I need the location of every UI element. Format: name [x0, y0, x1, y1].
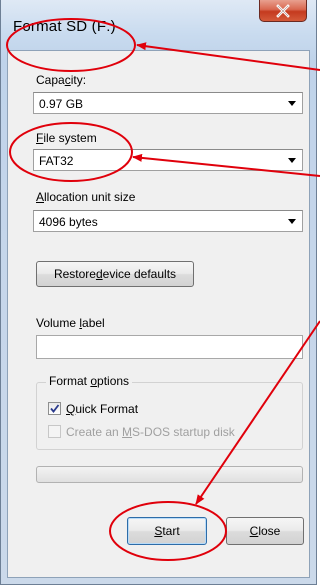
start-button[interactable]: Start: [127, 517, 207, 545]
window-title: Format SD (F:): [13, 18, 116, 35]
file-system-dropdown[interactable]: FAT32: [33, 149, 303, 171]
volume-label-input[interactable]: [36, 335, 303, 359]
file-system-label: File system: [36, 131, 97, 145]
chevron-down-icon: [288, 158, 296, 163]
capacity-label: Capacity:: [36, 73, 87, 87]
chevron-down-icon: [288, 219, 296, 224]
chevron-down-icon: [288, 101, 296, 106]
capacity-dropdown[interactable]: 0.97 GB: [33, 92, 303, 114]
allocation-unit-value: 4096 bytes: [39, 215, 98, 229]
msdos-startup-checkbox: [48, 425, 61, 438]
format-progress-bar: [36, 466, 303, 483]
close-x-icon: [276, 3, 290, 18]
volume-label-label: Volume label: [36, 316, 105, 330]
restore-defaults-button[interactable]: Restore d evice defaults: [36, 261, 194, 287]
allocation-unit-dropdown[interactable]: 4096 bytes: [33, 210, 303, 232]
allocation-unit-label: Allocation unit size: [36, 190, 136, 204]
dialog-client-area: [7, 50, 310, 578]
format-options-group: [36, 382, 303, 450]
screenshot-stage: Format SD (F:) Capacity: 0.97 GB File sy…: [0, 0, 320, 585]
file-system-value: FAT32: [39, 154, 74, 168]
close-window-button[interactable]: [259, 0, 307, 22]
msdos-startup-label: Create an MS-DOS startup disk: [66, 425, 235, 439]
format-options-title: Format options: [46, 374, 133, 388]
quick-format-checkbox[interactable]: [48, 402, 61, 415]
quick-format-label[interactable]: Quick Format: [66, 402, 138, 416]
close-button[interactable]: Close: [226, 517, 304, 545]
checkmark-icon: [50, 404, 60, 413]
title-bar[interactable]: Format SD (F:): [1, 0, 318, 50]
capacity-value: 0.97 GB: [39, 97, 84, 111]
